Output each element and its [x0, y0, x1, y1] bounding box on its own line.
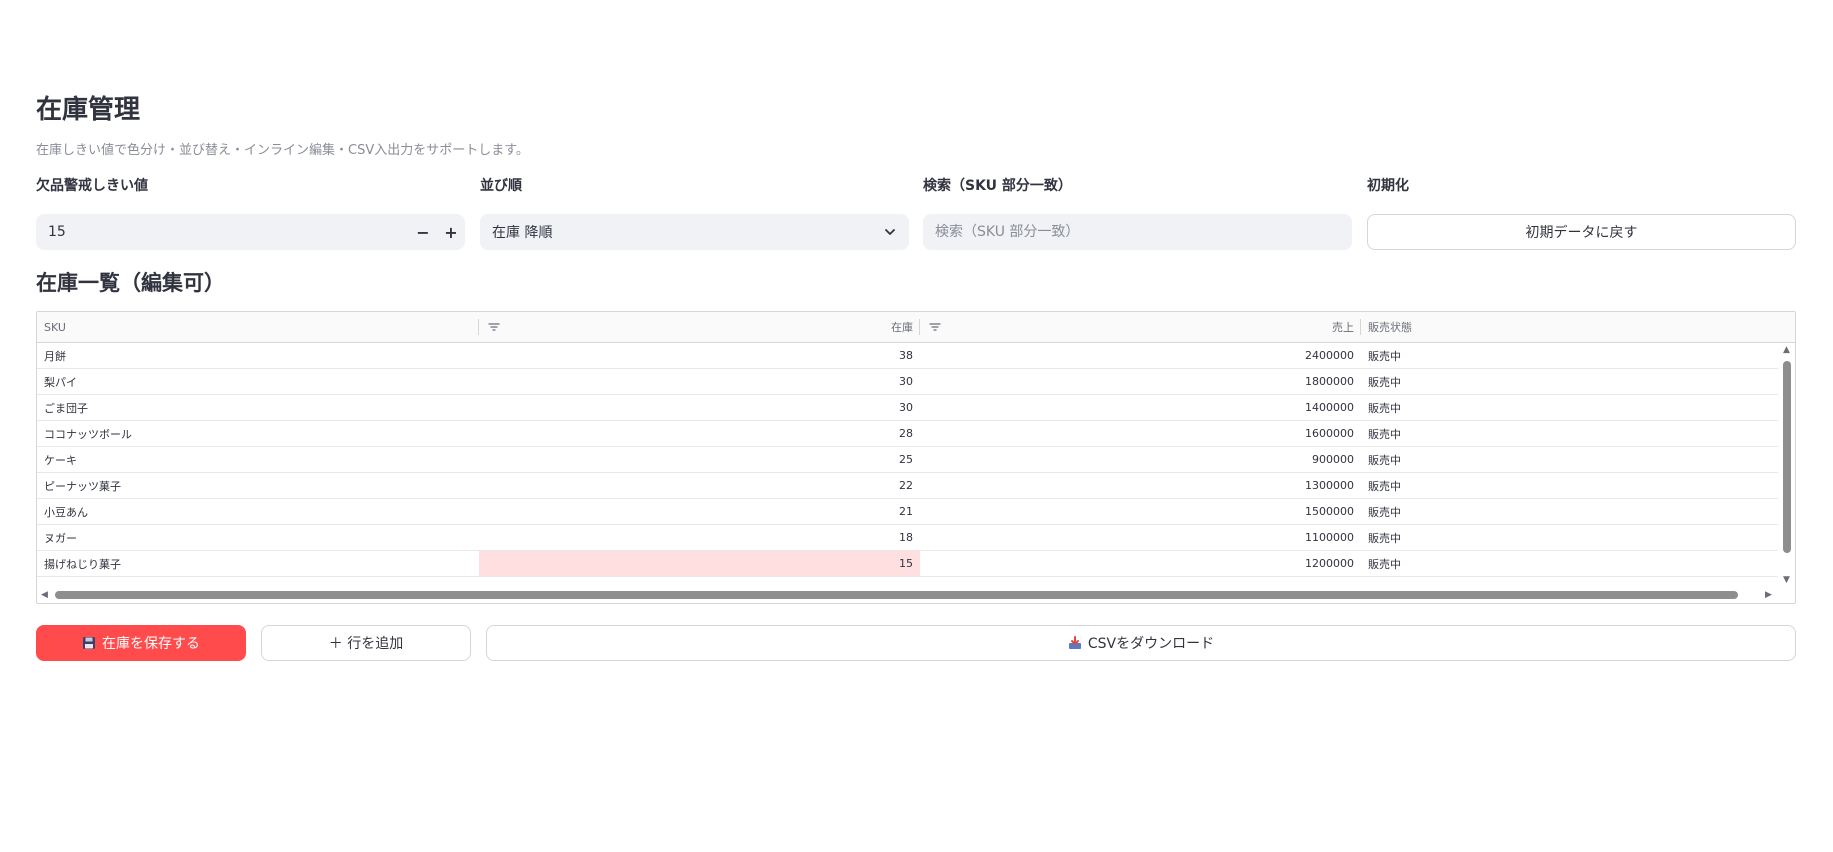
- cell-sku[interactable]: 揚げねじり菓子: [37, 551, 479, 576]
- table-row[interactable]: 月餅 38 2400000 販売中: [37, 343, 1778, 369]
- cell-sales[interactable]: 900000: [920, 447, 1361, 472]
- horizontal-scroll-thumb[interactable]: [55, 591, 1738, 599]
- column-header-sales[interactable]: 売上: [920, 312, 1361, 342]
- scroll-left-arrow-icon[interactable]: ◀: [41, 590, 48, 600]
- app-page: 在庫管理 在庫しきい値で色分け・並び替え・インライン編集・CSV入出力をサポート…: [0, 0, 1833, 852]
- table-row[interactable]: ピーナッツ菓子 22 1300000 販売中: [37, 473, 1778, 499]
- cell-sales[interactable]: 2400000: [920, 343, 1361, 368]
- save-inventory-button[interactable]: 在庫を保存する: [36, 625, 246, 661]
- cell-stock-low-highlight[interactable]: 15: [479, 551, 920, 576]
- cell-sales[interactable]: 1500000: [920, 499, 1361, 524]
- grid-body: 月餅 38 2400000 販売中 梨パイ 30 1800000 販売中 ごま団…: [37, 343, 1778, 588]
- cell-stock[interactable]: 22: [479, 473, 920, 498]
- cell-status[interactable]: 販売中: [1361, 369, 1778, 394]
- sort-select[interactable]: 在庫 降順: [480, 214, 909, 250]
- cell-sku[interactable]: ピーナッツ菓子: [37, 473, 479, 498]
- table-row[interactable]: ココナッツボール 28 1600000 販売中: [37, 421, 1778, 447]
- cell-sku[interactable]: ココナッツボール: [37, 421, 479, 446]
- search-label: 検索（SKU 部分一致）: [923, 178, 1072, 194]
- cell-sku[interactable]: ケーキ: [37, 447, 479, 472]
- cell-sales[interactable]: 1200000: [920, 551, 1361, 576]
- download-csv-button[interactable]: CSVをダウンロード: [486, 625, 1796, 661]
- cell-stock[interactable]: 30: [479, 395, 920, 420]
- cell-status[interactable]: 販売中: [1361, 473, 1778, 498]
- cell-status[interactable]: 販売中: [1361, 499, 1778, 524]
- cell-sales[interactable]: 1400000: [920, 395, 1361, 420]
- scroll-up-arrow-icon[interactable]: ▲: [1783, 345, 1790, 355]
- cell-stock[interactable]: 21: [479, 499, 920, 524]
- cell-status[interactable]: 販売中: [1361, 447, 1778, 472]
- reset-data-button[interactable]: 初期データに戻す: [1367, 214, 1796, 250]
- save-inventory-label: 在庫を保存する: [102, 636, 200, 652]
- download-inbox-icon: [1068, 636, 1081, 649]
- reset-label: 初期化: [1367, 178, 1409, 194]
- cell-sales[interactable]: 1800000: [920, 369, 1361, 394]
- cell-sku[interactable]: 小豆あん: [37, 499, 479, 524]
- search-input[interactable]: [923, 214, 1352, 250]
- cell-sku[interactable]: ヌガー: [37, 525, 479, 550]
- cell-status[interactable]: 販売中: [1361, 525, 1778, 550]
- search-field: [923, 214, 1352, 250]
- table-row[interactable]: 小豆あん 21 1500000 販売中: [37, 499, 1778, 525]
- cell-stock[interactable]: 30: [479, 369, 920, 394]
- cell-sku[interactable]: 梨パイ: [37, 369, 479, 394]
- cell-stock[interactable]: 18: [479, 525, 920, 550]
- table-row[interactable]: ごま団子 30 1400000 販売中: [37, 395, 1778, 421]
- cell-stock[interactable]: 28: [479, 421, 920, 446]
- download-csv-label: CSVをダウンロード: [1087, 636, 1215, 652]
- column-header-sku[interactable]: SKU: [37, 312, 479, 342]
- table-row[interactable]: 揚げねじり菓子 15 1200000 販売中: [37, 551, 1778, 577]
- page-caption: 在庫しきい値で色分け・並び替え・インライン編集・CSV入出力をサポートします。: [36, 143, 529, 158]
- scroll-down-arrow-icon[interactable]: ▼: [1783, 575, 1790, 585]
- vertical-scroll-thumb[interactable]: [1783, 361, 1791, 553]
- floppy-disk-icon: [83, 637, 95, 649]
- column-header-stock[interactable]: 在庫: [479, 312, 920, 342]
- add-row-label: ＋ 行を追加: [328, 636, 404, 652]
- grid-header: SKU 在庫 売上 販売状態: [37, 312, 1795, 343]
- cell-sales[interactable]: 1100000: [920, 525, 1361, 550]
- threshold-number-input[interactable]: 15 − +: [36, 214, 465, 250]
- vertical-scrollbar[interactable]: ▲ ▼: [1779, 343, 1795, 588]
- add-row-button[interactable]: ＋ 行を追加: [261, 625, 471, 661]
- cell-status[interactable]: 販売中: [1361, 395, 1778, 420]
- cell-status[interactable]: 販売中: [1361, 343, 1778, 368]
- scroll-right-arrow-icon[interactable]: ▶: [1765, 590, 1772, 600]
- table-row[interactable]: ヌガー 18 1100000 販売中: [37, 525, 1778, 551]
- page-title: 在庫管理: [36, 95, 141, 125]
- inventory-data-grid[interactable]: SKU 在庫 売上 販売状態 月餅 38 2400000 販売中 梨パイ 30 …: [36, 311, 1796, 604]
- table-title: 在庫一覧（編集可）: [36, 271, 225, 295]
- cell-sku[interactable]: ごま団子: [37, 395, 479, 420]
- cell-sales[interactable]: 1300000: [920, 473, 1361, 498]
- table-row[interactable]: ケーキ 25 900000 販売中: [37, 447, 1778, 473]
- sort-label: 並び順: [480, 178, 522, 194]
- sort-selected-value: 在庫 降順: [492, 225, 553, 241]
- threshold-value[interactable]: 15: [48, 224, 409, 240]
- cell-sales[interactable]: 1600000: [920, 421, 1361, 446]
- cell-sku[interactable]: 月餅: [37, 343, 479, 368]
- cell-stock[interactable]: 25: [479, 447, 920, 472]
- threshold-label: 欠品警戒しきい値: [36, 178, 148, 194]
- horizontal-scrollbar[interactable]: ◀ ▶: [37, 587, 1778, 603]
- cell-stock[interactable]: 38: [479, 343, 920, 368]
- column-header-status[interactable]: 販売状態: [1361, 312, 1778, 342]
- chevron-down-icon: [885, 229, 895, 235]
- cell-status[interactable]: 販売中: [1361, 421, 1778, 446]
- cell-status[interactable]: 販売中: [1361, 551, 1778, 576]
- increment-button[interactable]: +: [437, 214, 465, 250]
- table-row[interactable]: 梨パイ 30 1800000 販売中: [37, 369, 1778, 395]
- decrement-button[interactable]: −: [409, 214, 437, 250]
